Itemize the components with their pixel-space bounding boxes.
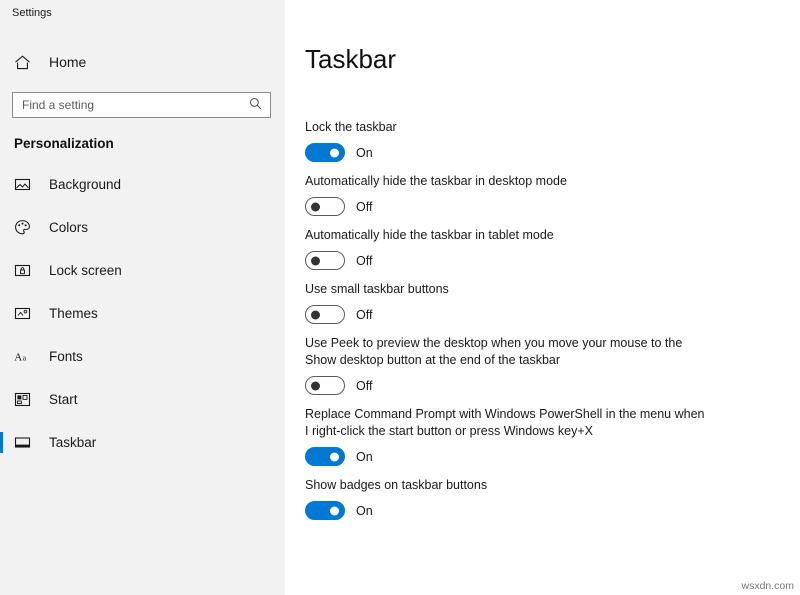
svg-text:A: A (14, 352, 22, 364)
sidebar-item-label: Colors (49, 220, 88, 235)
setting-label: Replace Command Prompt with Windows Powe… (305, 406, 705, 440)
toggle-state-label: Off (356, 254, 372, 268)
toggle-knob (330, 452, 339, 461)
setting-replace-command-prompt: Replace Command Prompt with Windows Powe… (305, 406, 800, 466)
search-box[interactable] (12, 92, 271, 118)
fonts-icon: A a (14, 348, 31, 365)
sidebar-item-start[interactable]: Start (0, 378, 285, 421)
toggle-knob (330, 506, 339, 515)
main-panel: Taskbar Lock the taskbar On Automaticall… (285, 0, 800, 595)
sidebar-item-home[interactable]: Home (0, 44, 285, 80)
toggle-state-label: Off (356, 200, 372, 214)
setting-small-taskbar-buttons: Use small taskbar buttons Off (305, 281, 800, 324)
sidebar-item-label: Lock screen (49, 263, 122, 278)
toggle-state-label: Off (356, 379, 372, 393)
sidebar-item-label: Fonts (49, 349, 83, 364)
toggle-show-badges[interactable] (305, 501, 345, 520)
svg-text:a: a (23, 354, 27, 363)
setting-auto-hide-desktop: Automatically hide the taskbar in deskto… (305, 173, 800, 216)
watermark: wsxdn.com (741, 580, 794, 592)
setting-label: Lock the taskbar (305, 119, 705, 136)
sidebar-item-label: Taskbar (49, 435, 96, 450)
window-title: Settings (12, 7, 52, 19)
themes-icon (14, 305, 31, 322)
taskbar-settings-list: Lock the taskbar On Automatically hide t… (285, 119, 800, 520)
toggle-use-peek[interactable] (305, 376, 345, 395)
palette-icon (14, 219, 31, 236)
toggle-row: On (305, 501, 800, 520)
sidebar-item-background[interactable]: Background (0, 163, 285, 206)
setting-label: Automatically hide the taskbar in deskto… (305, 173, 705, 190)
toggle-replace-command-prompt[interactable] (305, 447, 345, 466)
toggle-row: On (305, 447, 800, 466)
toggle-knob (330, 148, 339, 157)
sidebar-category-title: Personalization (0, 118, 285, 151)
toggle-state-label: Off (356, 308, 372, 322)
setting-label: Automatically hide the taskbar in tablet… (305, 227, 705, 244)
toggle-lock-the-taskbar[interactable] (305, 143, 345, 162)
home-icon (14, 54, 31, 71)
toggle-auto-hide-desktop[interactable] (305, 197, 345, 216)
taskbar-icon (14, 434, 31, 451)
toggle-auto-hide-tablet[interactable] (305, 251, 345, 270)
image-icon (14, 176, 31, 193)
sidebar-item-label: Background (49, 177, 121, 192)
sidebar-item-fonts[interactable]: A a Fonts (0, 335, 285, 378)
toggle-row: Off (305, 376, 800, 395)
sidebar-item-colors[interactable]: Colors (0, 206, 285, 249)
setting-show-badges: Show badges on taskbar buttons On (305, 477, 800, 520)
toggle-row: Off (305, 251, 800, 270)
page-title: Taskbar (285, 0, 800, 75)
sidebar-home-label: Home (49, 54, 86, 70)
sidebar-item-themes[interactable]: Themes (0, 292, 285, 335)
search-input[interactable] (13, 94, 244, 116)
sidebar: Settings Home Personalization (0, 0, 285, 595)
setting-auto-hide-tablet: Automatically hide the taskbar in tablet… (305, 227, 800, 270)
setting-label: Use small taskbar buttons (305, 281, 705, 298)
setting-label: Show badges on taskbar buttons (305, 477, 705, 494)
setting-lock-the-taskbar: Lock the taskbar On (305, 119, 800, 162)
setting-label: Use Peek to preview the desktop when you… (305, 335, 705, 369)
sidebar-item-taskbar[interactable]: Taskbar (0, 421, 285, 464)
toggle-row: Off (305, 305, 800, 324)
settings-window: Settings Home Personalization (0, 0, 800, 595)
sidebar-nav: Background Colors (0, 163, 285, 464)
toggle-knob (311, 256, 320, 265)
lock-screen-icon (14, 262, 31, 279)
setting-use-peek: Use Peek to preview the desktop when you… (305, 335, 800, 395)
search-icon[interactable] (244, 97, 270, 113)
toggle-row: On (305, 143, 800, 162)
toggle-knob (311, 310, 320, 319)
toggle-state-label: On (356, 146, 373, 160)
toggle-state-label: On (356, 450, 373, 464)
toggle-knob (311, 381, 320, 390)
toggle-small-taskbar-buttons[interactable] (305, 305, 345, 324)
toggle-row: Off (305, 197, 800, 216)
start-icon (14, 391, 31, 408)
sidebar-item-label: Themes (49, 306, 98, 321)
toggle-state-label: On (356, 504, 373, 518)
sidebar-item-lock-screen[interactable]: Lock screen (0, 249, 285, 292)
toggle-knob (311, 202, 320, 211)
sidebar-item-label: Start (49, 392, 78, 407)
window-title-bar: Settings (0, 0, 285, 26)
